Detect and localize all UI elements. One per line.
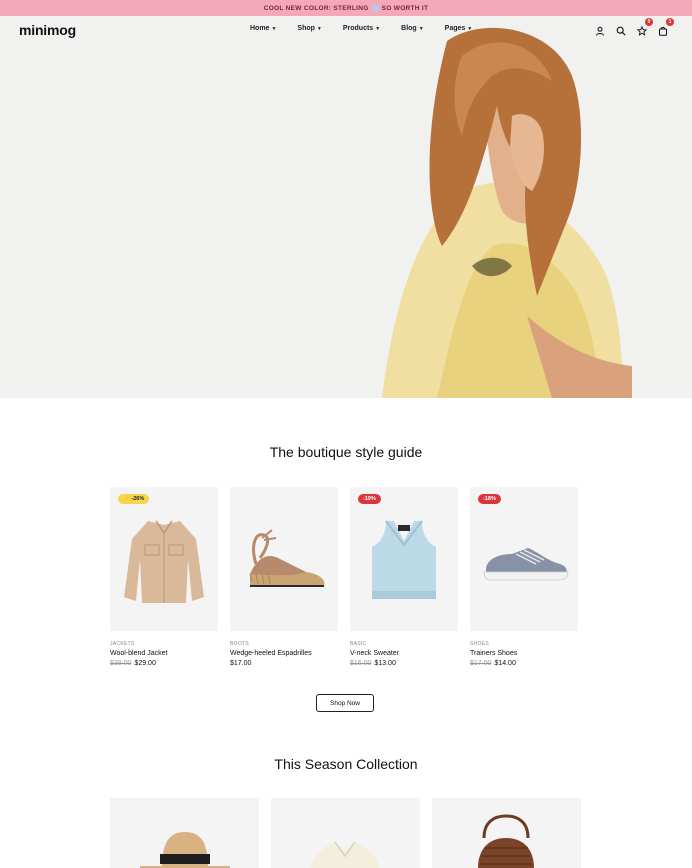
product-card[interactable]: -18% SHOES Trainers Shoes $17.00 $14.00: [470, 487, 578, 667]
sterling-swatch-icon: [371, 5, 379, 11]
product-card[interactable]: -19% BASIC V-neck Sweater $16.00 $13.00: [350, 487, 458, 667]
logo[interactable]: minimog: [19, 22, 76, 38]
product-old-price: $17.00: [470, 660, 492, 667]
announcement-bar: COOL NEW COLOR: STERLING SO WORTH IT: [0, 0, 692, 16]
shop-now-button[interactable]: Shop Now: [316, 694, 374, 712]
sneaker-image: [483, 548, 569, 581]
product-name[interactable]: Wool-blend Jacket: [110, 650, 218, 657]
product-grid: ⚡ -26% JACKETS Wool-blend Jacket $39.00 $…: [110, 487, 578, 667]
cream-sweater-image: [311, 841, 379, 868]
nav-item-blog[interactable]: Blog ▼: [401, 25, 424, 32]
announcement-text-before: COOL NEW COLOR: STERLING: [263, 4, 369, 12]
announcement-text-after: SO WORTH IT: [381, 4, 429, 12]
nav-item-home[interactable]: Home ▼: [250, 25, 276, 32]
wishlist-count-badge: 0: [645, 18, 653, 26]
product-category: BOOTS: [230, 641, 250, 647]
nav-item-products[interactable]: Products ▼: [343, 25, 380, 32]
product-image[interactable]: -19%: [350, 487, 458, 631]
discount-badge: -18%: [478, 494, 501, 504]
chevron-down-icon: ▼: [467, 25, 473, 32]
product-name[interactable]: Trainers Shoes: [470, 650, 578, 657]
chevron-down-icon: ▼: [418, 25, 424, 32]
collection-grid: [110, 798, 581, 868]
product-image[interactable]: [230, 487, 338, 631]
chevron-down-icon: ▼: [271, 25, 277, 32]
sweater-vest-image: [372, 520, 436, 599]
search-icon[interactable]: [616, 23, 626, 36]
section-title-collection: This Season Collection: [274, 756, 418, 772]
collection-card-sweater[interactable]: [271, 798, 420, 868]
product-image[interactable]: ⚡ -26%: [110, 487, 218, 631]
hero-model-image: [382, 27, 632, 398]
bag-icon[interactable]: 1: [658, 18, 674, 36]
nav-item-shop[interactable]: Shop ▼: [297, 25, 321, 32]
nav-item-pages[interactable]: Pages ▼: [445, 25, 473, 32]
product-card[interactable]: BOOTS Wedge-heeled Espadrilles $17.00: [230, 487, 338, 667]
wishlist-star-icon[interactable]: 0: [636, 18, 653, 36]
product-old-price: $16.00: [350, 660, 372, 667]
product-category: SHOES: [470, 641, 490, 647]
product-category: JACKETS: [110, 641, 135, 647]
product-image[interactable]: -18%: [470, 487, 578, 631]
section-title-style-guide: The boutique style guide: [269, 444, 423, 460]
collection-card-hat[interactable]: [110, 798, 259, 868]
espadrille-image: [249, 529, 325, 587]
main-nav: Home ▼ Shop ▼ Products ▼ Blog ▼ Pages ▼: [250, 25, 493, 32]
chevron-down-icon: ▼: [316, 25, 322, 32]
cart-count-badge: 1: [666, 18, 674, 26]
product-current-price: $29.00: [134, 660, 156, 667]
collection-card-bag[interactable]: [432, 798, 581, 868]
product-price: $16.00 $13.00: [350, 660, 458, 667]
product-current-price: $13.00: [374, 660, 396, 667]
nav-item-label: Pages: [444, 25, 466, 32]
discount-badge: ⚡ -26%: [118, 494, 150, 504]
site-header: minimog Home ▼ Shop ▼ Products ▼ Blog ▼ Page…: [0, 16, 692, 44]
woven-bag-image: [478, 814, 534, 868]
nav-item-label: Home: [250, 25, 270, 32]
hero-banner: [0, 16, 692, 398]
product-price: $17.00: [230, 660, 338, 667]
product-name[interactable]: Wedge-heeled Espadrilles: [230, 650, 338, 657]
product-price: $17.00 $14.00: [470, 660, 578, 667]
product-current-price: $17.00: [230, 660, 252, 667]
product-price: $39.00 $29.00: [110, 660, 218, 667]
product-old-price: $39.00: [110, 660, 132, 667]
nav-item-label: Blog: [401, 25, 417, 32]
product-category: BASIC: [350, 641, 367, 647]
nav-item-label: Products: [342, 25, 374, 32]
discount-badge: -19%: [358, 494, 381, 504]
nav-item-label: Shop: [297, 25, 315, 32]
user-icon[interactable]: [595, 23, 605, 36]
chevron-down-icon: ▼: [375, 25, 381, 32]
product-card[interactable]: ⚡ -26% JACKETS Wool-blend Jacket $39.00 $…: [110, 487, 218, 667]
hat-image: [140, 832, 230, 868]
jacket-image: [124, 520, 204, 603]
header-icons: 0 1: [595, 18, 674, 36]
product-name[interactable]: V-neck Sweater: [350, 650, 458, 657]
product-current-price: $14.00: [494, 660, 516, 667]
